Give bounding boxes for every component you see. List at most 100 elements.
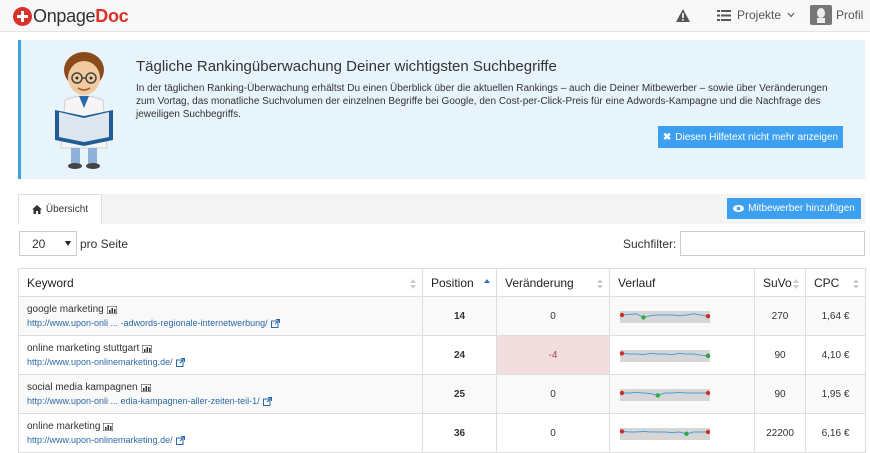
home-icon — [31, 205, 42, 214]
table-header-row: Keyword Position Veränderung Verlauf SuV… — [18, 268, 866, 297]
tab-overview[interactable]: Übersicht — [18, 194, 102, 224]
ranking-url-link[interactable]: http://www.upon-onli ... edia-kampagnen-… — [27, 396, 260, 406]
external-link-icon[interactable] — [175, 357, 185, 367]
cpc-cell: 4,10 € — [805, 335, 866, 375]
column-header-position[interactable]: Position — [422, 268, 497, 297]
add-competitor-button[interactable]: Mitbewerber hinzufügen — [727, 198, 861, 219]
per-page-label: pro Seite — [80, 237, 129, 251]
hide-help-label: Diesen Hilfetext nicht mehr anzeigen — [675, 131, 839, 143]
sort-icon — [597, 279, 603, 289]
sparkline-range-band — [620, 427, 710, 440]
keyword-text: online marketing stuttgart — [27, 343, 140, 354]
top-navbar: Onpage Doc Projekte Profil — [0, 0, 870, 32]
sparkline-point — [619, 390, 625, 395]
column-header-trend: Verlauf — [609, 268, 755, 297]
bar-chart-icon[interactable] — [106, 305, 117, 314]
tabs-bar: Übersicht Mitbewerber hinzufügen — [18, 194, 865, 224]
sparkline-point — [705, 390, 711, 395]
keyword-text: online marketing — [27, 421, 101, 432]
logo-text-onpage: Onpage — [33, 5, 96, 26]
ranking-url-link[interactable]: http://www.upon-onlinemarketing.de/ — [27, 435, 173, 445]
sparkline-range-band — [620, 310, 710, 323]
table-row: online marketing http://www.upon-onlinem… — [18, 413, 866, 453]
trend-cell — [609, 374, 755, 414]
chevron-down-icon — [787, 12, 795, 18]
sort-icon — [793, 279, 799, 289]
position-cell: 25 — [422, 374, 497, 414]
help-text: In der täglichen Ranking-Überwachung erh… — [136, 83, 828, 120]
per-page-value: 20 — [32, 236, 46, 251]
help-box: Tägliche Rankingüberwachung Deiner wicht… — [18, 40, 865, 179]
cpc-cell: 1,95 € — [805, 374, 866, 414]
position-cell: 14 — [422, 296, 497, 336]
keyword-cell: social media kampagnen http://www.upon-o… — [18, 374, 423, 414]
sort-icon — [410, 279, 416, 289]
change-cell: 0 — [496, 413, 610, 453]
column-header-keyword-label: Keyword — [27, 275, 74, 290]
list-icon — [717, 9, 731, 21]
cpc-cell: 6,16 € — [805, 413, 866, 453]
sparkline-point — [619, 312, 625, 317]
trend-cell — [609, 413, 755, 453]
sort-ascending-icon — [484, 279, 490, 283]
column-header-cpc[interactable]: CPC — [805, 268, 866, 297]
user-silhouette-icon — [817, 8, 825, 23]
column-header-trend-label: Verlauf — [618, 275, 656, 290]
sparkline-point — [619, 428, 625, 434]
external-link-icon[interactable] — [270, 318, 280, 328]
column-header-cpc-label: CPC — [814, 275, 840, 290]
cpc-cell: 1,64 € — [805, 296, 866, 336]
per-page-select[interactable]: 20 — [19, 231, 77, 256]
change-cell: 0 — [496, 296, 610, 336]
keyword-text: social media kampagnen — [27, 382, 138, 393]
close-icon: ✖ — [662, 131, 672, 143]
sparkline-range-band — [620, 349, 710, 362]
search-filter-input[interactable] — [680, 231, 865, 256]
table-row: google marketing http://www.upon-onli ..… — [18, 296, 866, 336]
column-header-volume[interactable]: SuVo — [754, 268, 806, 297]
search-volume-cell: 270 — [754, 296, 806, 336]
logo-cross-icon — [13, 6, 32, 26]
dropdown-arrow-icon — [65, 241, 71, 246]
keyword-cell: online marketing stuttgart http://www.up… — [18, 335, 423, 375]
column-header-change[interactable]: Veränderung — [496, 268, 610, 297]
sparkline-point — [619, 350, 625, 356]
warning-icon[interactable] — [676, 9, 690, 22]
bar-chart-icon[interactable] — [140, 383, 151, 392]
ranking-url-link[interactable]: http://www.upon-onli ... -adwords-region… — [27, 318, 268, 328]
bar-chart-icon[interactable] — [103, 422, 114, 431]
projects-label: Projekte — [737, 8, 782, 22]
doctor-mascot-illustration — [55, 52, 113, 169]
search-volume-cell: 90 — [754, 374, 806, 414]
search-volume-cell: 22200 — [754, 413, 806, 453]
logo-text-doc: Doc — [95, 5, 129, 26]
bar-chart-icon[interactable] — [142, 344, 153, 353]
onpagedoc-logo[interactable]: Onpage Doc — [13, 5, 129, 27]
change-cell: 0 — [496, 374, 610, 414]
sparkline-point — [705, 429, 711, 434]
avatar — [810, 5, 832, 25]
sort-icon — [853, 279, 859, 289]
table-row: social media kampagnen http://www.upon-o… — [18, 374, 866, 414]
keyword-cell: google marketing http://www.upon-onli ..… — [18, 296, 423, 336]
search-volume-cell: 90 — [754, 335, 806, 375]
table-row: online marketing stuttgart http://www.up… — [18, 335, 866, 375]
column-header-keyword[interactable]: Keyword — [18, 268, 423, 297]
external-link-icon[interactable] — [262, 396, 272, 406]
tab-overview-label: Übersicht — [45, 204, 89, 215]
external-link-icon[interactable] — [175, 435, 185, 445]
search-filter-label: Suchfilter: — [623, 237, 677, 251]
sparkline — [619, 427, 711, 440]
change-cell: -4 — [496, 335, 610, 375]
position-cell: 24 — [422, 335, 497, 375]
sparkline — [619, 388, 711, 401]
projects-menu[interactable]: Projekte — [717, 8, 795, 22]
trend-cell — [609, 335, 755, 375]
profile-menu[interactable]: Profil — [810, 5, 863, 25]
hide-help-button[interactable]: ✖ Diesen Hilfetext nicht mehr anzeigen — [658, 126, 843, 148]
sparkline-point — [705, 353, 711, 358]
sparkline — [619, 349, 711, 362]
column-header-position-label: Position — [431, 275, 474, 290]
ranking-url-link[interactable]: http://www.upon-onlinemarketing.de/ — [27, 357, 173, 367]
sparkline-point — [641, 314, 646, 320]
